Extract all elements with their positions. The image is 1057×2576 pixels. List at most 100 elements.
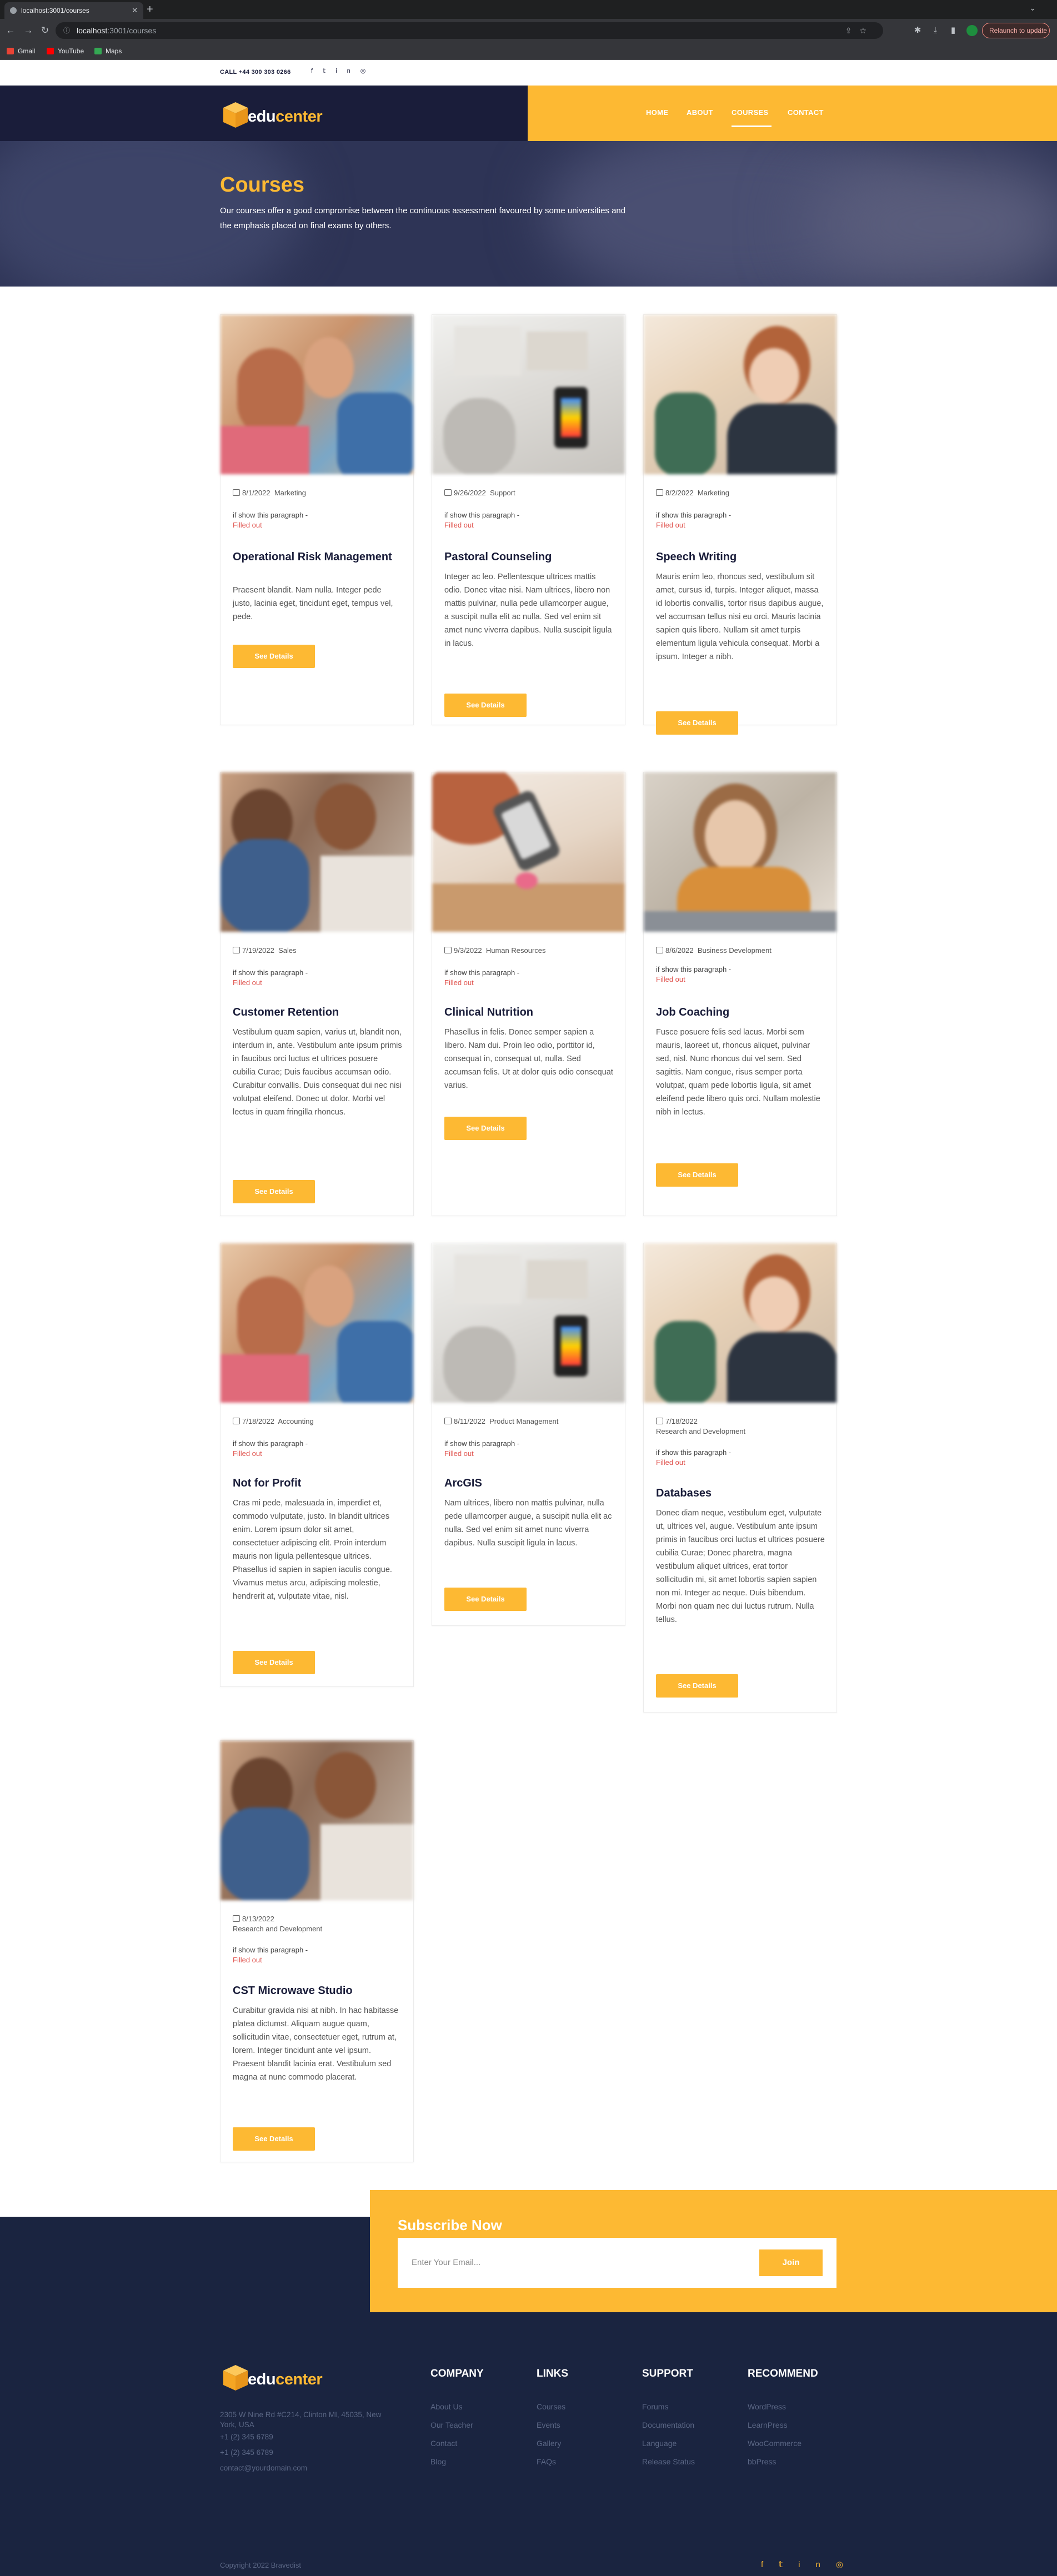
footer-link[interactable]: FAQs <box>537 2453 568 2471</box>
new-tab-button[interactable]: + <box>147 3 153 16</box>
share-star-icons[interactable]: ⇪☆ <box>845 22 874 39</box>
relaunch-button[interactable]: Relaunch to update ⋮ <box>982 23 1050 38</box>
course-image[interactable] <box>221 315 413 474</box>
course-description: Praesent blandit. Nam nulla. Integer ped… <box>233 586 393 621</box>
download-icon[interactable]: ⤓ <box>929 24 942 37</box>
course-note-text: if show this paragraph - <box>656 511 732 519</box>
course-image[interactable] <box>432 315 625 474</box>
course-category: Human Resources <box>485 946 546 955</box>
logo-cube-icon <box>223 2365 248 2391</box>
footer-link[interactable]: Gallery <box>537 2434 568 2453</box>
footer-phone[interactable]: +1 (2) 345 6789 <box>220 2448 273 2458</box>
course-category: Sales <box>278 946 297 955</box>
see-details-button[interactable]: See Details <box>444 1117 527 1140</box>
footer-link[interactable]: Contact <box>430 2434 484 2453</box>
footer-phone[interactable]: +1 (2) 345 6789 <box>220 2432 273 2442</box>
course-title[interactable]: Customer Retention <box>233 1006 405 1019</box>
footer-link[interactable]: Language <box>642 2434 695 2453</box>
profile-avatar[interactable] <box>966 25 978 36</box>
course-image[interactable] <box>221 772 413 932</box>
footer-link[interactable]: Our Teacher <box>430 2416 484 2434</box>
footer-link[interactable]: Events <box>537 2416 568 2434</box>
twitter-icon[interactable]: 𝕥 <box>323 68 335 74</box>
window-controls[interactable]: ⌄ <box>1029 3 1050 13</box>
see-details-button[interactable]: See Details <box>656 1674 738 1698</box>
course-image[interactable] <box>221 1243 413 1403</box>
footer-link[interactable]: Release Status <box>642 2453 695 2471</box>
see-details-button[interactable]: See Details <box>444 1588 527 1611</box>
footer-link[interactable]: WooCommerce <box>748 2434 818 2453</box>
footer-social-links: f𝕥in◎ <box>761 2559 859 2569</box>
nav-about[interactable]: ABOUT <box>687 108 713 117</box>
bookmark-youtube[interactable]: YouTube <box>47 46 84 57</box>
course-note-text: if show this paragraph - <box>233 511 308 519</box>
linkedin-icon[interactable]: in <box>798 2560 836 2569</box>
course-image[interactable] <box>644 315 836 474</box>
email-input[interactable]: Enter Your Email... <box>412 2238 480 2287</box>
bookmark-maps[interactable]: Maps <box>94 46 122 57</box>
bookmark-gmail[interactable]: Gmail <box>7 46 35 57</box>
course-title[interactable]: Job Coaching <box>656 1006 828 1019</box>
browser-tab[interactable]: localhost:3001/courses ✕ <box>4 2 143 19</box>
join-button[interactable]: Join <box>759 2249 823 2276</box>
course-image[interactable] <box>644 1243 836 1403</box>
course-title[interactable]: Clinical Nutrition <box>444 1006 617 1019</box>
forward-arrow-icon[interactable]: → <box>21 23 36 38</box>
browser-tab-strip: localhost:3001/courses ✕ + ⌄ <box>0 0 1057 19</box>
course-image[interactable] <box>432 772 625 932</box>
course-status: Filled out <box>233 978 262 987</box>
course-title[interactable]: ArcGIS <box>444 1477 617 1490</box>
nav-home[interactable]: HOME <box>646 108 668 117</box>
facebook-icon[interactable]: f <box>311 68 323 74</box>
course-title[interactable]: Databases <box>656 1487 828 1500</box>
course-title[interactable]: Not for Profit <box>233 1477 405 1490</box>
course-meta: 9/26/2022 Support <box>444 488 617 498</box>
footer-link[interactable]: bbPress <box>748 2453 818 2471</box>
sidebar-icon[interactable]: ▮ <box>946 24 960 37</box>
footer-email[interactable]: contact@yourdomain.com <box>220 2463 307 2473</box>
nav-contact[interactable]: CONTACT <box>788 108 824 117</box>
see-details-button[interactable]: See Details <box>233 1651 315 1674</box>
course-note: if show this paragraph - Filled out <box>656 1448 731 1468</box>
see-details-button[interactable]: See Details <box>233 2127 315 2151</box>
course-description: Fusce posuere felis sed lacus. Morbi sem… <box>656 1028 820 1117</box>
footer-link[interactable]: Documentation <box>642 2416 695 2434</box>
course-image[interactable] <box>432 1243 625 1403</box>
footer-link[interactable]: LearnPress <box>748 2416 818 2434</box>
facebook-icon[interactable]: f <box>761 2560 779 2569</box>
course-title[interactable]: Pastoral Counseling <box>444 550 617 564</box>
footer-link[interactable]: WordPress <box>748 2398 818 2416</box>
footer-link[interactable]: Forums <box>642 2398 695 2416</box>
course-title[interactable]: Speech Writing <box>656 550 828 564</box>
close-icon[interactable]: ✕ <box>132 2 138 19</box>
page-title: Courses <box>220 173 305 197</box>
nav-courses[interactable]: COURSES <box>732 108 768 117</box>
instagram-icon[interactable]: ◎ <box>360 68 376 74</box>
address-bar[interactable]: ⓘ localhost:3001/courses ⇪☆ <box>56 22 883 39</box>
see-details-button[interactable]: See Details <box>656 711 738 735</box>
see-details-button[interactable]: See Details <box>233 645 315 668</box>
reload-icon[interactable]: ↻ <box>38 23 52 38</box>
course-description: Phasellus in felis. Donec semper sapien … <box>444 1028 613 1090</box>
footer-link[interactable]: Blog <box>430 2453 484 2471</box>
globe-icon <box>10 7 17 14</box>
see-details-button[interactable]: See Details <box>444 694 527 717</box>
course-category: Research and Development <box>233 1925 323 1933</box>
see-details-button[interactable]: See Details <box>656 1163 738 1187</box>
back-arrow-icon[interactable]: ← <box>3 23 18 38</box>
extensions-icon[interactable]: ✱ <box>911 24 924 37</box>
course-title[interactable]: CST Microwave Studio <box>233 1984 405 1997</box>
course-category: Business Development <box>697 946 772 955</box>
course-date: 9/26/2022 <box>454 489 486 497</box>
footer-link[interactable]: Courses <box>537 2398 568 2416</box>
course-image[interactable] <box>644 772 836 932</box>
linkedin-icon[interactable]: in <box>335 68 360 74</box>
course-image[interactable] <box>221 1741 413 1900</box>
see-details-button[interactable]: See Details <box>233 1180 315 1203</box>
twitter-icon[interactable]: 𝕥 <box>779 2560 798 2569</box>
course-title[interactable]: Operational Risk Management <box>233 550 405 564</box>
footer-link[interactable]: About Us <box>430 2398 484 2416</box>
instagram-icon[interactable]: ◎ <box>836 2560 859 2569</box>
info-icon[interactable]: ⓘ <box>63 22 70 39</box>
address-line: York, USA <box>220 2421 254 2429</box>
